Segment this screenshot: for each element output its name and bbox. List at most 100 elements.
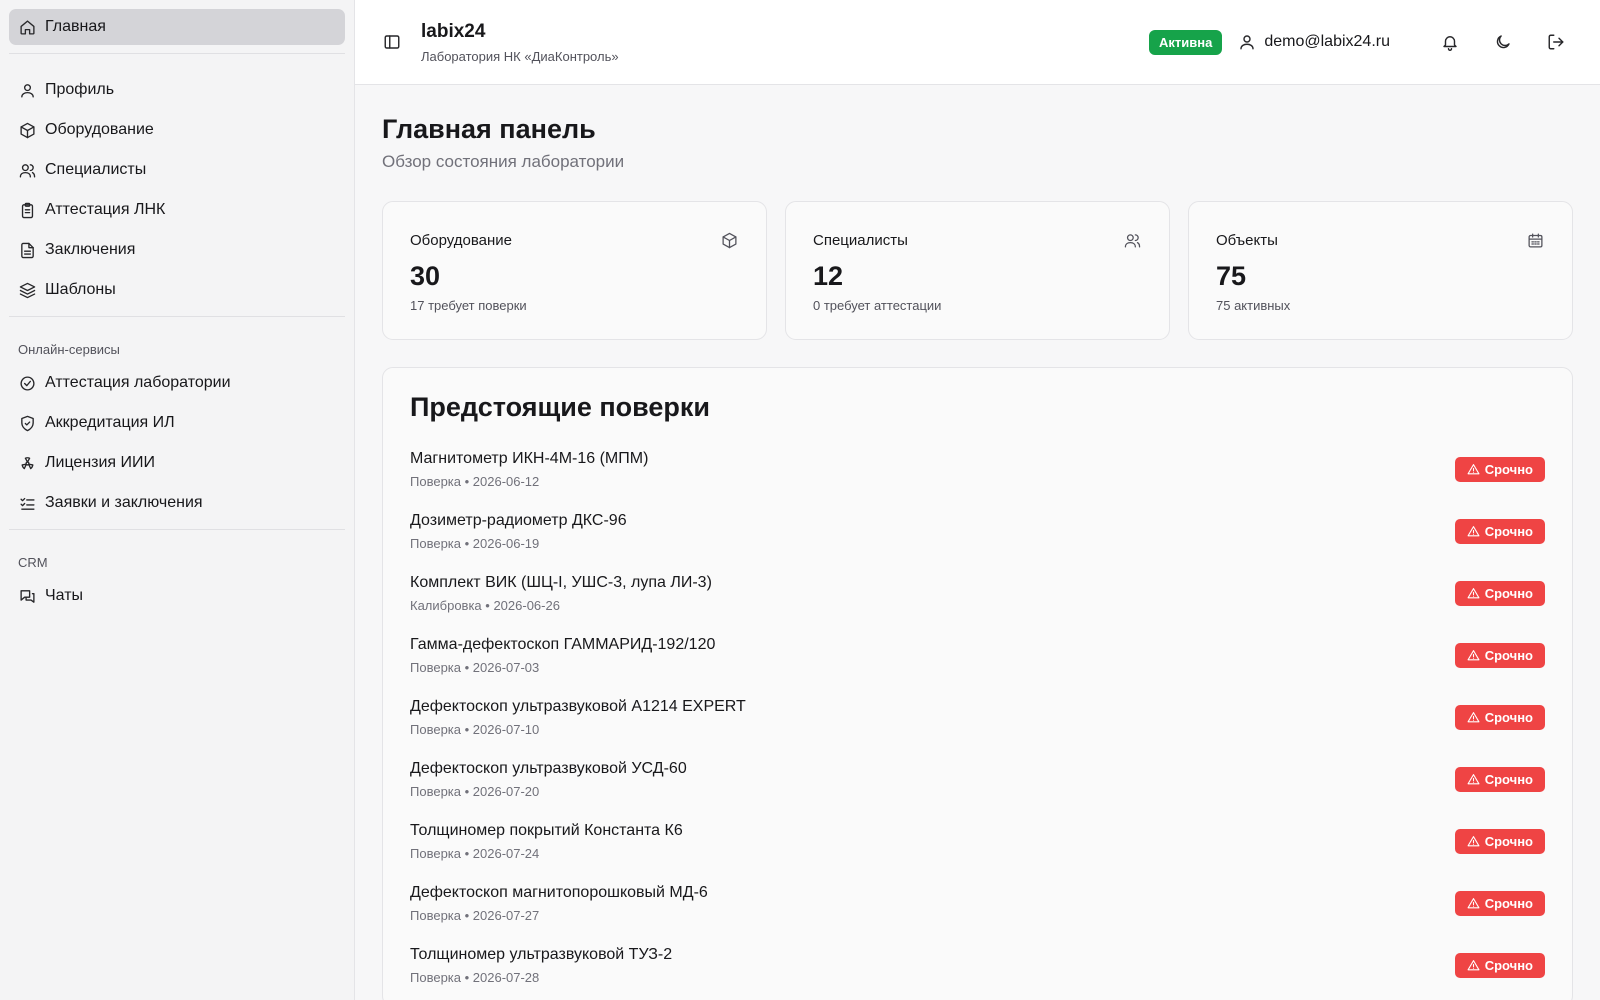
list-checks-icon: [18, 494, 36, 512]
sidebar-toggle-button[interactable]: [379, 29, 405, 55]
user-menu[interactable]: demo@labix24.ru: [1238, 33, 1390, 51]
urgent-badge[interactable]: Срочно: [1454, 890, 1545, 916]
list-item-text: Дефектоскоп магнитопорошковый МД-6 Повер…: [410, 884, 1455, 923]
stat-card-specialists[interactable]: Специалисты 12 0 требует аттестации: [785, 201, 1170, 340]
card-title: Объекты: [1216, 232, 1278, 249]
list-item-text: Гамма-дефектоскоп ГАММАРИД-192/120 Повер…: [410, 636, 1455, 675]
sidebar-item-label: Аттестация лаборатории: [45, 374, 231, 391]
alert-triangle-icon: [1467, 525, 1485, 538]
list-item[interactable]: Толщиномер покрытий Константа К6 Поверка…: [410, 810, 1545, 872]
page-subtitle: Обзор состояния лаборатории: [382, 152, 625, 171]
card-note: 75 активных: [1216, 298, 1291, 313]
equipment-name: Дозиметр-радиометр ДКС-96: [410, 511, 627, 529]
urgent-badge[interactable]: Срочно: [1454, 766, 1545, 792]
sidebar-item-label: Оборудование: [45, 121, 154, 138]
card-note: 17 требует поверки: [410, 298, 527, 313]
sidebar-item-templates[interactable]: Шаблоны: [9, 272, 345, 308]
urgent-badge[interactable]: Срочно: [1454, 828, 1545, 854]
verification-meta: Поверка • 2026-07-03: [410, 659, 540, 675]
card-value: 75: [1216, 261, 1247, 291]
list-item[interactable]: Дефектоскоп ультразвуковой А1214 EXPERT …: [410, 686, 1545, 748]
list-item-text: Магнитометр ИКН-4М-16 (МПМ) Поверка • 20…: [410, 450, 1455, 489]
list-item[interactable]: Магнитометр ИКН-4М-16 (МПМ) Поверка • 20…: [410, 438, 1545, 500]
urgent-label: Срочно: [1484, 895, 1533, 911]
alert-triangle-icon: [1467, 463, 1485, 476]
notifications-button[interactable]: [1433, 25, 1467, 59]
list-item-text: Дозиметр-радиометр ДКС-96 Поверка • 2026…: [410, 512, 1455, 551]
sidebar-item-equipment[interactable]: Оборудование: [9, 112, 345, 148]
clipboard-icon: [18, 201, 36, 219]
shield-icon: [18, 414, 36, 432]
logout-button[interactable]: [1539, 25, 1573, 59]
chats-icon: [18, 587, 36, 605]
card-value: 30: [410, 261, 441, 291]
logout-icon: [1547, 33, 1565, 51]
alert-triangle-icon: [1467, 587, 1485, 600]
theme-toggle-button[interactable]: [1486, 25, 1520, 59]
stat-card-equipment[interactable]: Оборудование 30 17 требует поверки: [382, 201, 767, 340]
sidebar-item-lab-attestation[interactable]: Аттестация лаборатории: [9, 365, 345, 401]
urgent-label: Срочно: [1484, 523, 1533, 539]
sidebar-item-profile[interactable]: Профиль: [9, 72, 345, 108]
urgent-badge[interactable]: Срочно: [1454, 952, 1545, 978]
urgent-badge[interactable]: Срочно: [1454, 580, 1545, 606]
list-item[interactable]: Гамма-дефектоскоп ГАММАРИД-192/120 Повер…: [410, 624, 1545, 686]
urgent-badge[interactable]: Срочно: [1454, 704, 1545, 730]
equipment-name: Комплект ВИК (ШЦ-I, УШС-3, лупа ЛИ-3): [410, 573, 712, 591]
box-icon: [18, 121, 36, 139]
list-item-text: Дефектоскоп ультразвуковой УСД-60 Поверк…: [410, 760, 1455, 799]
section-label-online: Онлайн-сервисы: [18, 342, 120, 357]
sidebar-item-specialists[interactable]: Специалисты: [9, 152, 345, 188]
equipment-name: Дефектоскоп ультразвуковой А1214 EXPERT: [410, 697, 746, 715]
sidebar-item-home[interactable]: Главная: [9, 9, 345, 45]
topbar: labix24 Лаборатория НК «ДиаКонтроль» Акт…: [355, 0, 1600, 85]
list-item[interactable]: Дефектоскоп ультразвуковой УСД-60 Поверк…: [410, 748, 1545, 810]
sidebar: Главная Профиль Оборудование Специалисты: [0, 0, 355, 1000]
urgent-label: Срочно: [1484, 585, 1533, 601]
sidebar-item-lnk-attestation[interactable]: Аттестация ЛНК: [9, 192, 345, 228]
sidebar-item-conclusions[interactable]: Заключения: [9, 232, 345, 268]
urgent-badge[interactable]: Срочно: [1454, 456, 1545, 482]
verification-meta: Поверка • 2026-07-27: [410, 907, 540, 923]
card-value: 12: [813, 261, 844, 291]
main-area: labix24 Лаборатория НК «ДиаКонтроль» Акт…: [355, 0, 1600, 1000]
radiation-icon: [18, 454, 36, 472]
sidebar-item-requests[interactable]: Заявки и заключения: [9, 485, 345, 521]
urgent-label: Срочно: [1484, 771, 1533, 787]
list-item[interactable]: Толщиномер ультразвуковой ТУЗ-2 Поверка …: [410, 934, 1545, 996]
alert-triangle-icon: [1467, 773, 1485, 786]
sidebar-item-label: Профиль: [45, 81, 115, 98]
equipment-name: Дефектоскоп ультразвуковой УСД-60: [410, 759, 687, 777]
list-item[interactable]: Комплект ВИК (ШЦ-I, УШС-3, лупа ЛИ-3) Ка…: [410, 562, 1545, 624]
urgent-badge[interactable]: Срочно: [1454, 642, 1545, 668]
app: Главная Профиль Оборудование Специалисты: [0, 0, 1600, 1000]
layers-icon: [18, 281, 36, 299]
urgent-label: Срочно: [1484, 461, 1533, 477]
card-note: 0 требует аттестации: [813, 298, 942, 313]
sidebar-item-label: Шаблоны: [45, 281, 116, 298]
sidebar-item-label: Заключения: [45, 241, 136, 258]
file-icon: [18, 241, 36, 259]
stat-card-objects[interactable]: Объекты 75 75 активных: [1188, 201, 1573, 340]
list-item-text: Комплект ВИК (ШЦ-I, УШС-3, лупа ЛИ-3) Ка…: [410, 574, 1455, 613]
list-item-text: Толщиномер ультразвуковой ТУЗ-2 Поверка …: [410, 946, 1455, 985]
sidebar-item-accreditation[interactable]: Аккредитация ИЛ: [9, 405, 345, 441]
alert-triangle-icon: [1467, 897, 1485, 910]
sidebar-item-label: Чаты: [45, 587, 84, 604]
sidebar-divider: [9, 529, 345, 530]
urgent-label: Срочно: [1484, 709, 1533, 725]
card-title: Специалисты: [813, 232, 908, 249]
urgent-badge[interactable]: Срочно: [1454, 518, 1545, 544]
verification-meta: Поверка • 2026-06-12: [410, 473, 540, 489]
list-item[interactable]: Дозиметр-радиометр ДКС-96 Поверка • 2026…: [410, 500, 1545, 562]
user-email: demo@labix24.ru: [1264, 33, 1390, 50]
users-icon: [18, 161, 36, 179]
user-icon: [1238, 33, 1256, 51]
sidebar-item-chats[interactable]: Чаты: [9, 578, 345, 614]
urgent-label: Срочно: [1484, 833, 1533, 849]
sidebar-item-license[interactable]: Лицензия ИИИ: [9, 445, 345, 481]
list-item[interactable]: Дефектоскоп магнитопорошковый МД-6 Повер…: [410, 872, 1545, 934]
user-icon: [18, 81, 36, 99]
sidebar-item-label: Специалисты: [45, 161, 147, 178]
alert-triangle-icon: [1467, 711, 1485, 724]
